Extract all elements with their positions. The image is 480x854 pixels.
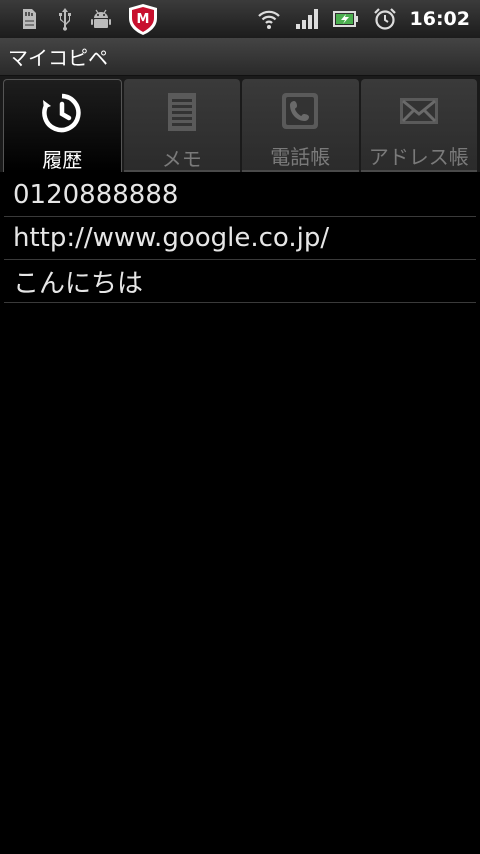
tab-label: 電話帳 xyxy=(270,145,331,169)
tab-bar: 履歴 メモ 電話帳 アドレス帳 xyxy=(0,76,480,172)
wifi-icon xyxy=(256,8,282,30)
app-title: マイコピペ xyxy=(8,46,108,70)
tab-history[interactable]: 履歴 xyxy=(3,79,122,172)
phonebook-icon xyxy=(278,91,322,131)
status-bar: M 16:02 xyxy=(0,0,480,38)
list-item[interactable]: http://www.google.co.jp/ xyxy=(4,217,476,260)
status-clock: 16:02 xyxy=(409,8,470,30)
history-icon xyxy=(40,92,84,134)
sd-card-icon xyxy=(18,8,40,30)
usb-icon xyxy=(54,8,76,31)
tab-label: 履歴 xyxy=(42,148,83,172)
alarm-clock-icon xyxy=(372,8,398,30)
tab-address-book[interactable]: アドレス帳 xyxy=(360,79,477,172)
tab-label: メモ xyxy=(161,147,202,171)
list-item[interactable]: 0120888888 xyxy=(4,174,476,217)
android-debug-icon xyxy=(90,8,112,30)
tab-label: アドレス帳 xyxy=(368,145,469,169)
memo-icon xyxy=(160,91,204,133)
mail-icon xyxy=(397,91,441,131)
mcafee-shield-icon: M xyxy=(126,2,160,36)
battery-charging-icon xyxy=(332,8,360,30)
app-title-bar: マイコピペ xyxy=(0,38,480,76)
svg-text:M: M xyxy=(137,12,150,27)
history-list: 0120888888 http://www.google.co.jp/ こんにち… xyxy=(4,174,476,303)
tab-phonebook[interactable]: 電話帳 xyxy=(242,79,359,172)
signal-icon xyxy=(294,8,320,30)
tab-memo[interactable]: メモ xyxy=(123,79,240,172)
list-item[interactable]: こんにちは xyxy=(4,260,476,303)
